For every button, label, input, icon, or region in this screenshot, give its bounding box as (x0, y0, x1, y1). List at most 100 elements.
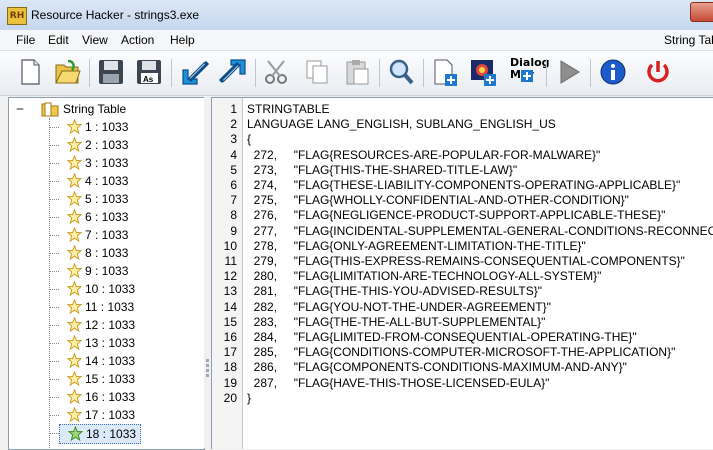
tree-item-string-table-4[interactable]: 4 : 1033 (59, 172, 159, 190)
code-line: 283, "FLAG{THE-THE-ALL-BUT-SUPPLEMENTAL}… (247, 314, 546, 329)
tree-connector-line (49, 271, 59, 272)
tree-item-label: 14 : 1033 (85, 354, 136, 368)
star-icon (67, 389, 82, 404)
tree-item-string-table-11[interactable]: 11 : 1033 (59, 298, 159, 316)
star-icon (67, 119, 82, 134)
tree-connector-line (49, 433, 59, 434)
line-number: 20 (223, 390, 237, 405)
line-number: 2 (230, 117, 237, 132)
line-number: 8 (230, 208, 237, 223)
tree-connector-line (49, 307, 59, 308)
tree-item-string-table-6[interactable]: 6 : 1033 (59, 208, 159, 226)
star-icon (67, 173, 82, 188)
menu-help[interactable]: Help (170, 33, 195, 47)
line-number: 12 (223, 269, 237, 284)
green-star-icon (68, 426, 83, 441)
add-dialog-menu-icon (518, 67, 536, 85)
toolbar: As Dialog Mer (0, 51, 713, 96)
star-icon (67, 137, 82, 152)
star-icon (67, 263, 82, 278)
tree-item-label: 18 : 1033 (86, 427, 137, 441)
splitter-grip (206, 359, 209, 362)
add-image-button[interactable] (469, 57, 499, 87)
code-line: STRINGTABLE (247, 102, 330, 116)
run-script-icon (560, 60, 580, 84)
tree-item-label: 15 : 1033 (85, 372, 136, 386)
tree-connector-line (49, 397, 59, 398)
menu-view[interactable]: View (82, 33, 108, 47)
tree-item-string-table-3[interactable]: 3 : 1033 (59, 154, 159, 172)
svg-text:As: As (143, 75, 154, 84)
open-file-button[interactable] (52, 57, 82, 87)
menu-edit[interactable]: Edit (48, 33, 69, 47)
code-line: 281, "FLAG{THE-THIS-YOU-ADVISED-RESULTS}… (247, 284, 543, 299)
copy-button[interactable] (302, 57, 332, 87)
tree-item-string-table-2[interactable]: 2 : 1033 (59, 136, 159, 154)
save-button[interactable] (96, 57, 126, 87)
search-button[interactable] (386, 57, 416, 87)
tree-connector-line (49, 415, 59, 416)
star-icon (67, 299, 82, 314)
resource-tree[interactable]: String Table 1 : 1033 2 : 1033 3 : 1033 4 :… (8, 97, 205, 450)
back-button[interactable] (180, 57, 210, 87)
star-icon (67, 335, 82, 350)
exit-icon (647, 61, 669, 83)
tree-item-string-table-18[interactable]: 18 : 1033 (59, 424, 141, 444)
tree-item-string-table-12[interactable]: 12 : 1033 (59, 316, 159, 334)
line-number: 11 (224, 254, 237, 268)
tree-connector-line (49, 145, 59, 146)
forward-button[interactable] (218, 57, 248, 87)
tree-item-string-table-16[interactable]: 16 : 1033 (59, 388, 159, 406)
run-script-button[interactable] (554, 57, 584, 87)
folder-icon (41, 102, 59, 117)
splitter-grip (206, 374, 209, 377)
star-icon (67, 407, 82, 422)
code-line: 286, "FLAG{COMPONENTS-CONDITIONS-MAXIMUM… (247, 360, 627, 375)
code-line: } (247, 390, 252, 405)
close-window-button[interactable] (690, 2, 713, 22)
line-number: 3 (230, 132, 237, 147)
title-bar: RH Resource Hacker - strings3.exe (0, 0, 713, 31)
add-resource-button[interactable] (430, 57, 460, 87)
paste-button[interactable] (342, 57, 372, 87)
tree-connector-line (49, 253, 59, 254)
pane-splitter[interactable] (204, 97, 211, 448)
line-number: 19 (223, 375, 237, 390)
exit-button[interactable] (643, 57, 673, 87)
tree-item-string-table-7[interactable]: 7 : 1033 (59, 226, 159, 244)
star-icon (67, 245, 82, 260)
tree-item-label: 6 : 1033 (85, 210, 129, 224)
tree-item-string-table-5[interactable]: 5 : 1033 (59, 190, 159, 208)
toolbar-separator (546, 59, 547, 87)
code-line: 278, "FLAG{ONLY-AGREEMENT-LIMITATION-THE… (247, 238, 586, 253)
cut-button[interactable] (262, 57, 292, 87)
info-icon (600, 59, 626, 85)
star-icon (67, 281, 82, 296)
script-editor[interactable]: 1 STRINGTABLE 2 LANGUAGE LANG_ENGLISH, SUBL… (211, 97, 713, 449)
tree-item-string-table-10[interactable]: 10 : 1033 (59, 280, 159, 298)
menu-action[interactable]: Action (121, 33, 154, 47)
line-number: 14 (223, 299, 237, 314)
tree-connector-line (49, 199, 59, 200)
save-as-button[interactable]: As (134, 57, 164, 87)
tree-item-string-table-8[interactable]: 8 : 1033 (59, 244, 159, 262)
splitter-grip (206, 364, 209, 367)
new-file-button[interactable] (15, 57, 45, 87)
info-button[interactable] (598, 57, 628, 87)
tree-item-string-table-13[interactable]: 13 : 1033 (59, 334, 159, 352)
tree-item-string-table-9[interactable]: 9 : 1033 (59, 262, 159, 280)
line-number: 16 (223, 330, 237, 344)
tree-item-string-table-15[interactable]: 15 : 1033 (59, 370, 159, 388)
code-line: 272, "FLAG{RESOURCES-ARE-POPULAR-FOR-MAL… (247, 147, 601, 162)
menu-file[interactable]: File (16, 33, 35, 47)
tree-item-label: 7 : 1033 (85, 228, 129, 242)
collapse-tree-icon[interactable] (15, 104, 25, 114)
search-icon (389, 59, 414, 85)
tree-item-string-table-1[interactable]: 1 : 1033 (59, 118, 159, 136)
copy-icon (306, 60, 328, 84)
star-icon (67, 191, 82, 206)
star-icon (67, 353, 82, 368)
paste-icon (346, 60, 369, 85)
tree-item-string-table-17[interactable]: 17 : 1033 (59, 406, 159, 424)
tree-item-string-table-14[interactable]: 14 : 1033 (59, 352, 159, 370)
